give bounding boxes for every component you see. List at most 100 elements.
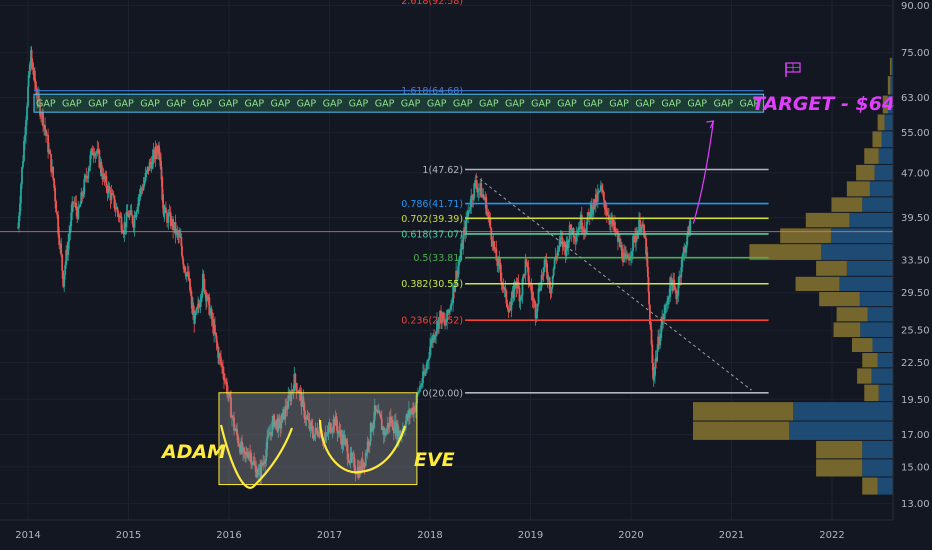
gap-label: GAP xyxy=(609,99,629,110)
volume-bar-down xyxy=(862,477,878,495)
volume-bar-down xyxy=(833,322,861,338)
price-chart[interactable]: GAP GAP GAP GAP GAP GAP GAP GAP GAP GAP GAP GAP GAP G… xyxy=(0,0,932,550)
time-tick-label: 2019 xyxy=(518,530,543,541)
volume-bar-down xyxy=(831,197,863,212)
price-tick-label: 15.00 xyxy=(901,462,930,473)
gap-label: GAP xyxy=(375,99,395,110)
candle-body xyxy=(30,50,33,59)
volume-bar-up xyxy=(871,368,893,384)
gap-label: GAP xyxy=(140,99,160,110)
gap-label: GAP xyxy=(88,99,108,110)
candle-body xyxy=(602,191,605,201)
candle-body xyxy=(61,254,64,271)
gap-label: GAP xyxy=(323,99,343,110)
volume-bar-up xyxy=(793,402,893,421)
eve-label: EVE xyxy=(414,449,455,471)
gap-label: GAP xyxy=(36,99,56,110)
time-tick-label: 2017 xyxy=(317,530,342,541)
volume-bar-down xyxy=(816,459,863,477)
price-tick-label: 39.50 xyxy=(901,213,930,224)
time-tick-label: 2021 xyxy=(719,530,744,541)
price-tick-label: 63.00 xyxy=(901,93,930,104)
price-tick-label: 17.00 xyxy=(901,430,930,441)
volume-bar-up xyxy=(846,260,893,276)
time-tick-label: 2014 xyxy=(15,530,40,541)
adam-label: ADAM xyxy=(160,441,226,463)
gap-label: GAP xyxy=(661,99,681,110)
fib-level-label: 0.5(33.81) xyxy=(413,253,463,264)
candle-body xyxy=(52,166,55,179)
candle-body xyxy=(27,74,30,87)
candle-body xyxy=(60,243,63,255)
candle-body xyxy=(214,324,216,333)
volume-bar-down xyxy=(857,368,872,384)
volume-bar-up xyxy=(862,197,893,212)
gap-label: GAP xyxy=(349,99,369,110)
price-tick-label: 47.00 xyxy=(901,168,930,179)
candle-body xyxy=(294,374,297,384)
time-tick-label: 2020 xyxy=(618,530,643,541)
volume-bar-up xyxy=(839,276,893,291)
candle-body xyxy=(79,203,82,207)
volume-bar-down xyxy=(693,421,789,440)
fib-level-label: 0.618(37.07) xyxy=(401,229,463,240)
volume-bar-up xyxy=(869,181,893,197)
volume-bar-down xyxy=(816,260,847,276)
time-tick-label: 2018 xyxy=(417,530,442,541)
candle-body xyxy=(55,201,58,213)
volume-bar-down xyxy=(851,338,873,353)
volume-bar-down xyxy=(887,76,891,95)
candle-body xyxy=(49,150,52,154)
volume-bar-up xyxy=(878,384,893,402)
volume-bar-down xyxy=(819,291,860,307)
volume-bar-down xyxy=(862,353,878,368)
volume-bar-up xyxy=(849,212,893,228)
time-tick-label: 2015 xyxy=(116,530,141,541)
volume-bar-down xyxy=(872,131,882,148)
gap-label: GAP xyxy=(192,99,212,110)
candle-body xyxy=(525,259,528,263)
gap-label: GAP xyxy=(453,99,473,110)
gap-label: GAP xyxy=(713,99,733,110)
volume-bar-up xyxy=(872,338,893,353)
fib-extension-label: 2.618(92.58) xyxy=(401,0,463,7)
candle-body xyxy=(87,171,90,179)
candle-body xyxy=(689,219,692,235)
volume-bar-down xyxy=(889,57,892,76)
gap-label: GAP xyxy=(427,99,447,110)
price-tick-label: 13.00 xyxy=(901,499,930,510)
gap-label: GAP xyxy=(271,99,291,110)
gap-label: GAP xyxy=(635,99,655,110)
gap-label: GAP xyxy=(244,99,264,110)
candle-body xyxy=(167,214,170,223)
fib-level-label: 0.382(30.55) xyxy=(401,279,463,290)
time-tick-label: 2016 xyxy=(216,530,241,541)
price-tick-label: 75.00 xyxy=(901,48,930,59)
gap-label: GAP xyxy=(62,99,82,110)
price-tick-label: 29.50 xyxy=(901,288,930,299)
volume-bar-up xyxy=(859,291,893,307)
chart-background xyxy=(0,0,932,550)
volume-bar-up xyxy=(867,307,893,322)
candle-body xyxy=(489,217,492,228)
fib-level-label: 0.236(26.52) xyxy=(401,316,463,327)
candle-body xyxy=(552,268,555,276)
gap-label: GAP xyxy=(218,99,238,110)
volume-bar-up xyxy=(860,322,893,338)
volume-bar-down xyxy=(846,181,870,197)
gap-label: GAP xyxy=(401,99,421,110)
volume-bar-up xyxy=(830,228,893,244)
price-tick-label: 19.50 xyxy=(901,395,930,406)
gap-label: GAP xyxy=(166,99,186,110)
time-tick-label: 2022 xyxy=(819,530,844,541)
volume-bar-down xyxy=(856,164,875,181)
gap-label: GAP xyxy=(297,99,317,110)
gap-label: GAP xyxy=(687,99,707,110)
volume-bar-down xyxy=(836,307,868,322)
volume-bar-up xyxy=(874,164,893,181)
gap-label: GAP xyxy=(479,99,499,110)
price-tick-label: 22.50 xyxy=(901,358,930,369)
fib-level-label: 0(20.00) xyxy=(422,388,463,399)
consolidation-box xyxy=(218,392,418,486)
gap-label: GAP xyxy=(583,99,603,110)
